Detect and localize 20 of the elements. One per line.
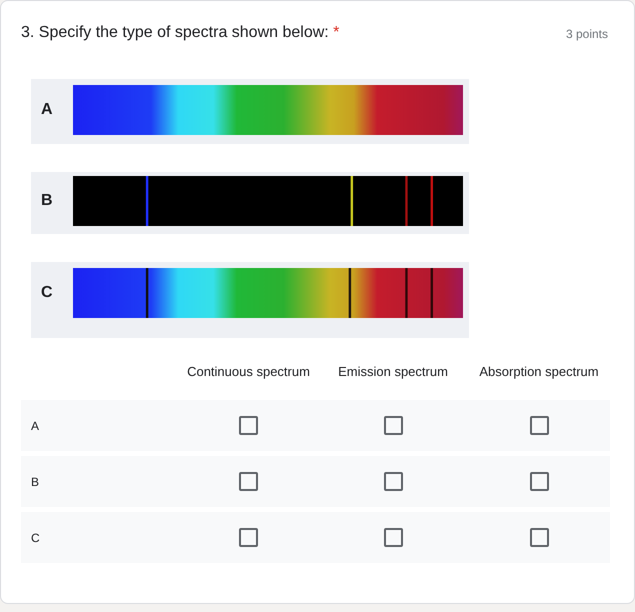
column-header: Absorption spectrum bbox=[479, 364, 599, 379]
points-label: 3 points bbox=[566, 27, 608, 41]
checkbox[interactable] bbox=[530, 528, 548, 547]
checkbox[interactable] bbox=[239, 472, 258, 491]
checkbox[interactable] bbox=[384, 472, 402, 491]
row-label: A bbox=[30, 418, 40, 432]
column-header: Continuous spectrum bbox=[187, 364, 310, 379]
checkbox[interactable] bbox=[239, 528, 258, 547]
row-label: B bbox=[30, 474, 40, 488]
spectrum-label: C bbox=[41, 284, 54, 302]
checkbox[interactable] bbox=[239, 416, 258, 435]
checkbox[interactable] bbox=[384, 416, 402, 435]
column-header: Emission spectrum bbox=[338, 364, 448, 379]
question-title: 3. Specify the type of spectra shown below: * bbox=[21, 23, 340, 43]
checkbox[interactable] bbox=[384, 528, 402, 547]
spectrum-label: A bbox=[41, 100, 54, 118]
spectrum-label: B bbox=[41, 192, 54, 210]
row-label: C bbox=[30, 530, 40, 544]
checkbox[interactable] bbox=[530, 416, 548, 435]
checkbox[interactable] bbox=[530, 472, 548, 491]
